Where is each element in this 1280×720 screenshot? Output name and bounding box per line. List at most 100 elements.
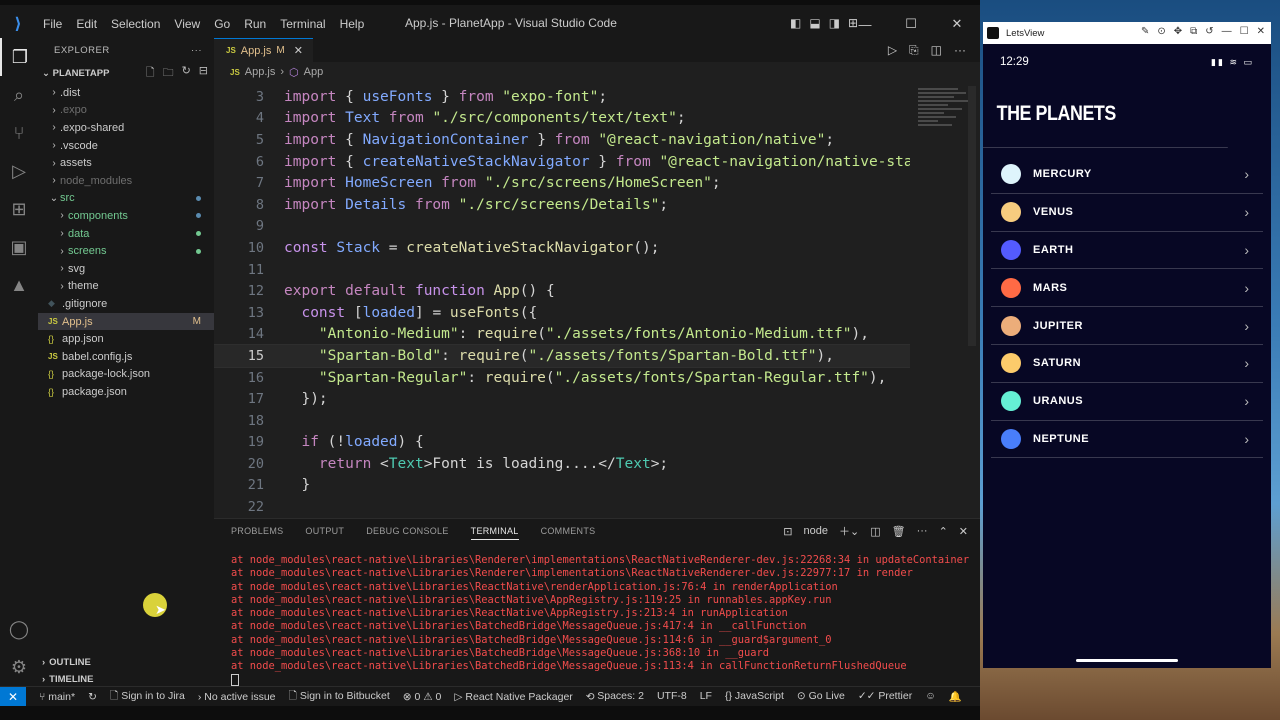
split-editor-icon[interactable]: ◫ bbox=[931, 43, 942, 58]
pen-icon[interactable]: ✎ bbox=[1141, 26, 1149, 37]
branch-status[interactable]: ⑂ main* bbox=[39, 691, 75, 703]
code-line[interactable]: 16 "Spartan-Regular": require("./assets/… bbox=[214, 367, 910, 389]
tree-item[interactable]: › node_modules bbox=[38, 172, 214, 190]
sync-icon[interactable]: ↻ bbox=[88, 691, 97, 703]
editor-scrollbar[interactable] bbox=[968, 86, 976, 346]
tree-item[interactable]: › .expo-shared bbox=[38, 119, 214, 137]
packager-status[interactable]: ▷ React Native Packager bbox=[454, 691, 572, 703]
run-debug-icon[interactable]: ▷ bbox=[0, 152, 38, 190]
refresh-icon[interactable]: ↻ bbox=[182, 64, 191, 83]
close-icon[interactable]: ✕ bbox=[934, 16, 980, 32]
new-file-icon[interactable]: 🗋 bbox=[146, 64, 155, 83]
code-editor[interactable]: 3 import { useFonts } from "expo-font"; 4 i… bbox=[214, 86, 910, 518]
problems-status[interactable]: ⊗ 0 ⚠ 0 bbox=[403, 691, 442, 703]
tree-item[interactable]: › theme bbox=[38, 278, 214, 296]
code-line[interactable]: 20 return <Text>Font is loading....</Tex… bbox=[214, 453, 910, 475]
rotate-icon[interactable]: ↺ bbox=[1205, 26, 1213, 37]
code-line[interactable]: 5 import { NavigationContainer } from "@r… bbox=[214, 129, 910, 151]
new-terminal-icon[interactable]: ＋⌄ bbox=[839, 523, 859, 539]
code-line[interactable]: 9 bbox=[214, 216, 910, 238]
jira-status[interactable]: 🗋 Sign in to Jira bbox=[110, 688, 185, 706]
minimize-icon[interactable]: — bbox=[842, 17, 888, 32]
code-line[interactable]: 19 if (!loaded) { bbox=[214, 432, 910, 454]
planet-item-neptune[interactable]: NEPTUNE › bbox=[991, 421, 1263, 459]
project-header[interactable]: ⌄ PLANETAPP 🗋 🗀 ↻ ⊟ bbox=[38, 62, 214, 84]
explorer-icon[interactable]: ❐ bbox=[0, 38, 38, 76]
code-line[interactable]: 22 bbox=[214, 496, 910, 518]
more-actions-icon[interactable]: ··· bbox=[191, 45, 202, 56]
home-indicator[interactable] bbox=[1076, 659, 1178, 662]
indent-status[interactable]: Spaces: 2 bbox=[597, 690, 644, 703]
code-line[interactable]: 6 import { createNativeStackNavigator } f… bbox=[214, 151, 910, 173]
code-line[interactable]: 21 } bbox=[214, 475, 910, 497]
golive-status[interactable]: ⊙ Go Live bbox=[797, 690, 845, 703]
pin-icon[interactable]: ✥ bbox=[1174, 26, 1182, 37]
maximize-panel-icon[interactable]: ⌃ bbox=[939, 525, 948, 538]
more-actions-icon[interactable]: ··· bbox=[954, 43, 966, 58]
language-status[interactable]: {} JavaScript bbox=[725, 690, 784, 703]
prettier-status[interactable]: ✓✓ Prettier bbox=[858, 690, 912, 703]
collapse-all-icon[interactable]: ⊟ bbox=[199, 64, 208, 83]
planet-item-jupiter[interactable]: JUPITER › bbox=[991, 307, 1263, 345]
run-icon[interactable]: ▷ bbox=[888, 43, 897, 58]
code-line[interactable]: 3 import { useFonts } from "expo-font"; bbox=[214, 86, 910, 108]
menu-item-file[interactable]: File bbox=[36, 17, 69, 31]
tree-item[interactable]: › svg bbox=[38, 260, 214, 278]
tree-item[interactable]: JS babel.config.js bbox=[38, 348, 214, 366]
breadcrumb-symbol[interactable]: App bbox=[304, 66, 324, 78]
planet-item-mars[interactable]: MARS › bbox=[991, 269, 1263, 308]
tab-app-js[interactable]: JS App.js M ✕ bbox=[214, 38, 313, 62]
tree-item[interactable]: JS App.js M bbox=[38, 312, 214, 331]
record-icon[interactable]: ⊙ bbox=[1157, 26, 1165, 37]
maximize-icon[interactable]: ☐ bbox=[888, 16, 934, 32]
panel-tab-problems[interactable]: PROBLEMS bbox=[231, 526, 283, 536]
panel-tab-output[interactable]: OUTPUT bbox=[305, 526, 344, 536]
code-line[interactable]: 7 import HomeScreen from "./src/screens/H… bbox=[214, 172, 910, 194]
tree-item[interactable]: › .dist bbox=[38, 84, 214, 102]
panel-tab-comments[interactable]: COMMENTS bbox=[541, 526, 596, 536]
issue-status[interactable]: › No active issue bbox=[198, 691, 276, 703]
menu-item-view[interactable]: View bbox=[167, 17, 207, 31]
split-terminal-icon[interactable]: ◫ bbox=[870, 525, 880, 538]
code-line[interactable]: 12 export default function App() { bbox=[214, 280, 910, 302]
source-control-icon[interactable]: ⑂ bbox=[0, 114, 38, 152]
code-line[interactable]: 13 const [loaded] = useFonts({ bbox=[214, 302, 910, 324]
terminal-output[interactable]: at node_modules\react-native\Libraries\R… bbox=[231, 554, 969, 686]
tree-item[interactable]: {} package.json bbox=[38, 383, 214, 401]
tree-item[interactable]: › .vscode bbox=[38, 137, 214, 155]
bitbucket-status[interactable]: 🗋 Sign in to Bitbucket bbox=[289, 688, 390, 706]
tree-item[interactable]: {} app.json bbox=[38, 330, 214, 348]
close-tab-icon[interactable]: ✕ bbox=[294, 44, 303, 57]
tree-item[interactable]: › assets bbox=[38, 154, 214, 172]
code-line[interactable]: 10 const Stack = createNativeStackNavigat… bbox=[214, 237, 910, 259]
code-line[interactable]: 18 bbox=[214, 410, 910, 432]
tree-item[interactable]: ◆ .gitignore bbox=[38, 295, 214, 313]
menu-item-go[interactable]: Go bbox=[207, 17, 237, 31]
refresh-icon[interactable]: ⟲ bbox=[586, 691, 595, 703]
planet-item-earth[interactable]: EARTH › bbox=[991, 232, 1263, 270]
planet-item-mercury[interactable]: MERCURY › bbox=[991, 156, 1263, 194]
notifications-bell-icon[interactable]: 🔔 bbox=[949, 690, 962, 703]
new-folder-icon[interactable]: 🗀 bbox=[163, 64, 174, 83]
outline-section[interactable]: › OUTLINE bbox=[38, 653, 91, 671]
code-line[interactable]: 14 "Antonio-Medium": require("./assets/f… bbox=[214, 324, 910, 346]
code-line[interactable]: 11 bbox=[214, 259, 910, 281]
planet-item-saturn[interactable]: SATURN › bbox=[991, 345, 1263, 383]
crop-icon[interactable]: ⧉ bbox=[1190, 26, 1197, 37]
panel-tab-terminal[interactable]: TERMINAL bbox=[470, 522, 519, 540]
minimize-icon[interactable]: — bbox=[1222, 26, 1232, 37]
tree-item[interactable]: › data bbox=[38, 225, 214, 243]
more-actions-icon[interactable]: ··· bbox=[917, 525, 928, 537]
toggle-secondary-sidebar-icon[interactable]: ◨ bbox=[829, 16, 840, 30]
panel-tab-debug-console[interactable]: DEBUG CONSOLE bbox=[366, 526, 448, 536]
extensions-icon[interactable]: ⊞ bbox=[0, 190, 38, 228]
remote-explorer-icon[interactable]: ▣ bbox=[0, 228, 38, 266]
encoding-status[interactable]: UTF-8 bbox=[657, 690, 687, 703]
close-panel-icon[interactable]: ✕ bbox=[959, 525, 968, 538]
trash-icon[interactable]: 🗑 bbox=[892, 525, 906, 538]
tree-item[interactable]: ⌄ src bbox=[38, 190, 214, 208]
search-icon[interactable]: ⌕ bbox=[0, 76, 38, 114]
code-line[interactable]: 15 "Spartan-Bold": require("./assets/fon… bbox=[214, 344, 910, 368]
code-line[interactable]: 17 }); bbox=[214, 388, 910, 410]
code-line[interactable]: 4 import Text from "./src/components/text… bbox=[214, 108, 910, 130]
